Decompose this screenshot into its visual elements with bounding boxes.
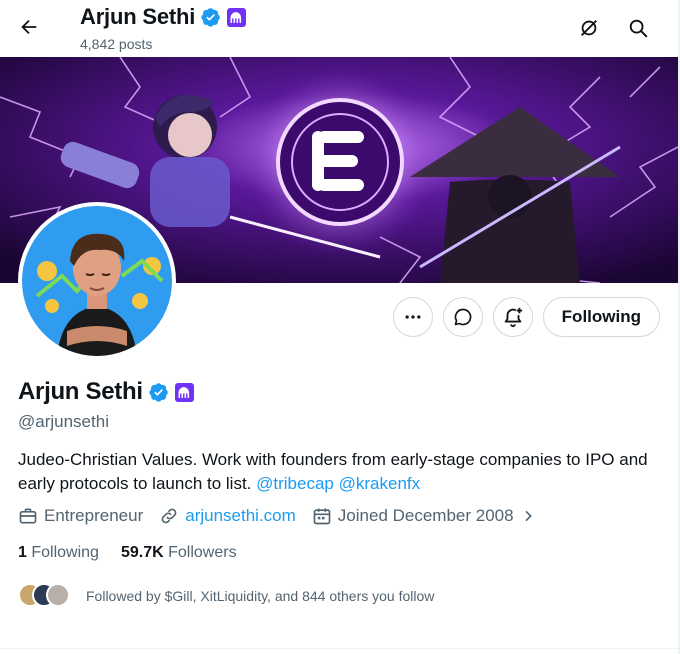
- more-button[interactable]: [392, 297, 433, 337]
- joined-date[interactable]: Joined December 2008: [312, 506, 536, 526]
- avatar-image: [22, 206, 172, 356]
- link-icon: [161, 508, 177, 524]
- profile-avatar[interactable]: [18, 202, 176, 360]
- following-stat[interactable]: 1 Following: [18, 544, 99, 562]
- chevron-right-icon: [525, 510, 532, 522]
- bio-mention-krakenfx[interactable]: @krakenfx: [339, 474, 421, 493]
- grok-icon: [581, 20, 597, 36]
- back-button[interactable]: [12, 10, 46, 44]
- profile-name-row: Arjun Sethi: [18, 378, 194, 406]
- arrow-left-icon: [21, 19, 37, 35]
- briefcase-icon: [19, 508, 37, 524]
- website-link[interactable]: arjunsethi.com: [185, 506, 296, 526]
- message-icon: [454, 308, 472, 326]
- following-label: Following: [31, 544, 99, 561]
- bell-plus-icon: [504, 307, 522, 328]
- top-bar: Arjun Sethi 4,842 posts: [0, 0, 680, 56]
- more-icon: [405, 315, 421, 319]
- profile-actions: Following: [392, 297, 660, 337]
- message-button[interactable]: [442, 297, 483, 337]
- occupation: Entrepreneur: [18, 506, 143, 526]
- notify-button[interactable]: [492, 297, 533, 337]
- profile-handle: @arjunsethi: [18, 412, 109, 431]
- kraken-org-badge-icon[interactable]: [174, 382, 194, 402]
- calendar-icon: [313, 508, 331, 525]
- divider: [0, 648, 680, 649]
- header-name: Arjun Sethi: [80, 4, 196, 29]
- occupation-label: Entrepreneur: [44, 506, 144, 525]
- profile-meta: Entrepreneur arjunsethi.com Joined Decem…: [18, 506, 536, 526]
- followers-stat[interactable]: 59.7K Followers: [121, 544, 237, 562]
- kraken-org-badge-icon: [227, 7, 247, 27]
- bio-mention-tribecap[interactable]: @tribecap: [256, 474, 334, 493]
- followers-label: Followers: [168, 544, 237, 561]
- header-name-row: Arjun Sethi: [80, 4, 247, 30]
- search-button[interactable]: [621, 11, 655, 45]
- mutual-avatar: [46, 583, 70, 607]
- mutual-avatars: [18, 583, 72, 609]
- verified-badge-icon[interactable]: [149, 382, 169, 402]
- profile-bio: Judeo-Christian Values. Work with founde…: [18, 448, 668, 496]
- profile-stats: 1 Following 59.7K Followers: [18, 544, 237, 562]
- verified-badge-icon: [201, 8, 220, 27]
- grok-button[interactable]: [572, 11, 606, 45]
- search-icon: [629, 19, 648, 38]
- followed-by-text: Followed by $Gill, XitLiquidity, and 844…: [86, 588, 435, 604]
- following-button[interactable]: Following: [542, 297, 660, 337]
- header-post-count: 4,842 posts: [80, 36, 153, 52]
- website: arjunsethi.com: [159, 506, 296, 526]
- followers-count: 59.7K: [120, 544, 164, 561]
- following-count: 1: [18, 544, 27, 561]
- display-name: Arjun Sethi: [18, 378, 143, 405]
- joined-label: Joined December 2008: [337, 506, 514, 525]
- followed-by-row[interactable]: Followed by $Gill, XitLiquidity, and 844…: [18, 583, 434, 609]
